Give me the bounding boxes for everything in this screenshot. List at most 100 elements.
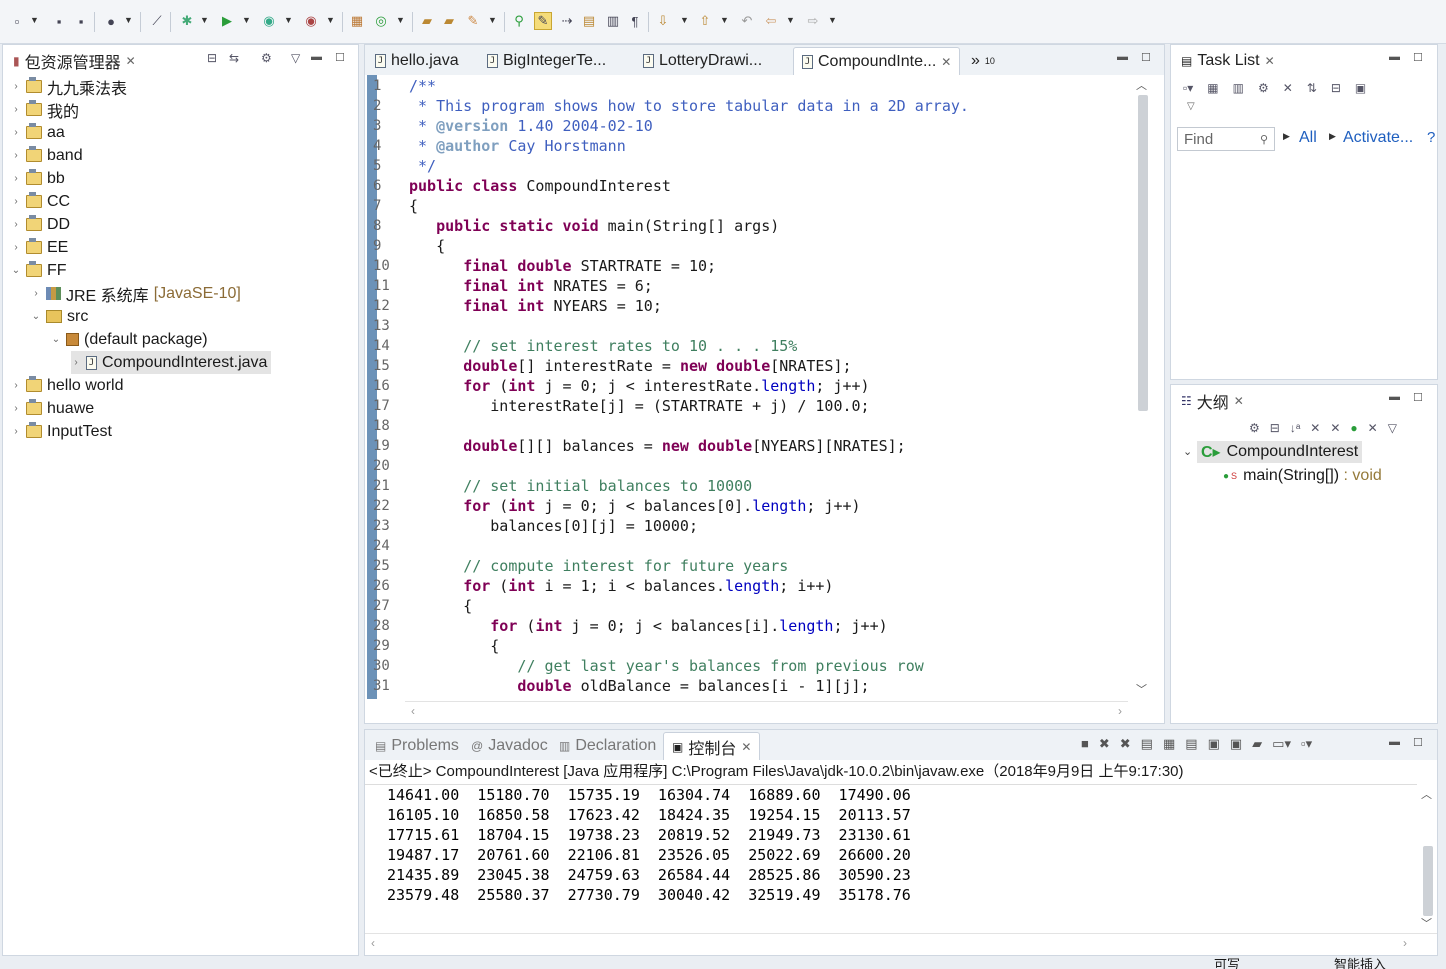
code-line[interactable]: final double STARTRATE = 10; — [409, 256, 716, 276]
back-icon[interactable]: ⇦ — [762, 12, 780, 30]
external-tools-icon[interactable]: ◉ — [302, 12, 320, 30]
word-wrap-icon[interactable]: ▤ — [1185, 736, 1197, 752]
run-dropdown-icon[interactable]: ▼ — [242, 15, 251, 25]
code-line[interactable]: // set initial balances to 10000 — [409, 476, 752, 496]
close-icon[interactable]: ✕ — [1234, 394, 1244, 408]
remove-launch-icon[interactable]: ✖ — [1099, 736, 1110, 752]
tree-item-package[interactable]: ⌄ (default package) — [51, 328, 208, 351]
skip-breakpoints-icon[interactable]: ⟋ — [148, 12, 166, 30]
editor-horizontal-scrollbar[interactable]: ‹ › — [405, 701, 1128, 723]
perspective-icon[interactable]: ● — [102, 12, 120, 30]
minimize-icon[interactable]: ▬ — [1389, 51, 1400, 63]
new-task-icon[interactable]: ▫▾ — [1183, 81, 1193, 95]
tab-console[interactable]: ▣ 控制台 ✕ — [663, 732, 761, 760]
code-line[interactable]: { — [409, 596, 472, 616]
previous-annotation-icon[interactable]: ⇧ — [696, 12, 714, 30]
new-class-dropdown-icon[interactable]: ▼ — [396, 15, 405, 25]
mark-occurrences-icon[interactable]: ⚲ — [510, 12, 528, 30]
tab-package-explorer[interactable]: ▮ 包资源管理器 ✕ — [5, 47, 144, 75]
close-icon[interactable]: ✕ — [1265, 54, 1275, 68]
chevron-right-icon[interactable]: › — [71, 357, 81, 368]
tree-item-library[interactable]: › JRE 系统库 [JavaSE-10] — [31, 282, 241, 305]
minimize-icon[interactable]: ▬ — [1389, 391, 1400, 403]
chevron-right-icon[interactable]: › — [31, 288, 41, 299]
code-line[interactable]: // get last year's balances from previou… — [409, 656, 923, 676]
perspective-dropdown-icon[interactable]: ▼ — [124, 15, 133, 25]
code-line[interactable]: final int NYEARS = 10; — [409, 296, 662, 316]
scheduled-icon[interactable]: ▥ — [1233, 81, 1244, 95]
code-line[interactable]: * @version 1.40 2004-02-10 — [409, 116, 653, 136]
chevron-right-icon[interactable]: › — [11, 196, 21, 207]
code-line[interactable]: for (int j = 0; j < interestRate.length;… — [409, 376, 869, 396]
sync-icon[interactable]: ⇅ — [1307, 81, 1317, 95]
chevron-right-icon[interactable]: › — [11, 127, 21, 138]
tab-outline[interactable]: ☷ 大纲 ✕ — [1173, 387, 1252, 415]
tree-item-project[interactable]: › aa — [11, 121, 65, 144]
scroll-up-icon[interactable]: ︿ — [1136, 77, 1147, 93]
tree-item-project[interactable]: › CC — [11, 190, 70, 213]
tree-item-project[interactable]: › huawe — [11, 397, 94, 420]
code-line[interactable]: interestRate[j] = (STARTRATE + j) / 100.… — [409, 396, 869, 416]
sort-icon[interactable]: ↓ᵃ — [1290, 421, 1300, 435]
pilcrow-icon[interactable]: ¶ — [626, 12, 644, 30]
code-line[interactable]: double oldBalance = balances[i - 1][j]; — [409, 676, 869, 696]
debug-icon[interactable]: ✱ — [178, 12, 196, 30]
last-edit-icon[interactable]: ↶ — [738, 12, 756, 30]
categorized-icon[interactable]: ▦ — [1207, 81, 1218, 95]
code-line[interactable]: // compute interest for future years — [409, 556, 788, 576]
code-line[interactable]: public static void main(String[] args) — [409, 216, 779, 236]
hide-nonpublic-icon[interactable]: ● — [1350, 421, 1357, 435]
scroll-up-icon[interactable]: ︿ — [1421, 786, 1432, 802]
chevron-right-icon[interactable]: › — [11, 426, 21, 437]
chevron-right-icon[interactable]: › — [11, 150, 21, 161]
new-dropdown-icon[interactable]: ▼ — [30, 15, 39, 25]
code-line[interactable]: balances[0][j] = 10000; — [409, 516, 698, 536]
tab-compoundinterest[interactable]: J CompoundInte... ✕ — [793, 47, 961, 75]
console-horizontal-scrollbar[interactable]: ‹ › — [365, 933, 1437, 955]
console-vertical-scrollbar[interactable]: ︿ ﹀ — [1421, 784, 1435, 933]
scroll-right-icon[interactable]: › — [1403, 936, 1407, 950]
tab-hello-java[interactable]: J hello.java — [367, 47, 467, 75]
tree-item-project[interactable]: › EE — [11, 236, 68, 259]
all-link[interactable]: All — [1299, 129, 1317, 147]
tree-item-source[interactable]: ⌄ src — [31, 305, 89, 328]
clear-console-icon[interactable]: ▤ — [1141, 736, 1153, 752]
code-line[interactable]: { — [409, 236, 445, 256]
close-icon[interactable]: ✕ — [741, 740, 751, 754]
tree-item-project[interactable]: › bb — [11, 167, 65, 190]
tree-item-project[interactable]: ⌄ FF — [11, 259, 67, 282]
terminate-icon[interactable]: ■ — [1081, 736, 1089, 752]
tab-overflow[interactable]: » 10 — [963, 47, 1003, 75]
scroll-left-icon[interactable]: ‹ — [411, 704, 415, 718]
hide-fields-icon[interactable]: ✕ — [1310, 421, 1320, 435]
outline-method-item[interactable]: ● S main(String[]) : void — [1223, 465, 1382, 487]
collapse-all-icon[interactable]: ⊟ — [1270, 421, 1280, 435]
chevron-down-icon[interactable]: ⌄ — [1183, 445, 1192, 458]
chevron-down-icon[interactable]: ⌄ — [51, 334, 61, 345]
code-line[interactable]: for (int j = 0; j < balances[i].length; … — [409, 616, 887, 636]
tab-lotterydrawing[interactable]: J LotteryDrawi... — [635, 47, 770, 75]
code-line[interactable]: public class CompoundInterest — [409, 176, 671, 196]
tree-item-file[interactable]: › J CompoundInterest.java — [71, 351, 272, 374]
chevron-right-icon[interactable]: › — [11, 219, 21, 230]
scroll-down-icon[interactable]: ﹀ — [1421, 915, 1432, 931]
new-java-project-icon[interactable]: ▦ — [348, 12, 366, 30]
search-icon[interactable]: ✎ — [464, 12, 482, 30]
tab-task-list[interactable]: ▤ Task List ✕ — [1173, 47, 1283, 75]
word-wrap-icon[interactable]: ▤ — [580, 12, 598, 30]
open-console-icon[interactable]: ▫▾ — [1301, 736, 1312, 752]
code-editor[interactable]: 1 /** 2 * This program shows how to store … — [365, 75, 1164, 723]
hide-static-icon[interactable]: ✕ — [1330, 421, 1340, 435]
view-menu-icon[interactable]: ▽ — [1187, 101, 1195, 112]
tab-declaration[interactable]: ▥ Declaration — [551, 732, 664, 760]
code-line[interactable]: double[][] balances = new double[NYEARS]… — [409, 436, 906, 456]
code-line[interactable]: for (int i = 1; i < balances.length; i++… — [409, 576, 833, 596]
outline-class-item[interactable]: C▸ CompoundInterest — [1197, 441, 1363, 463]
chevron-right-icon[interactable]: › — [11, 403, 21, 414]
code-line[interactable]: { — [409, 636, 499, 656]
console-output[interactable]: 14641.00 15180.70 15735.19 16304.74 1688… — [365, 784, 1417, 933]
filters-icon[interactable]: ⚙ — [261, 51, 272, 65]
external-tools-dropdown-icon[interactable]: ▼ — [326, 15, 335, 25]
back-dropdown-icon[interactable]: ▼ — [786, 15, 795, 25]
save-icon[interactable]: ▪ — [50, 12, 68, 30]
